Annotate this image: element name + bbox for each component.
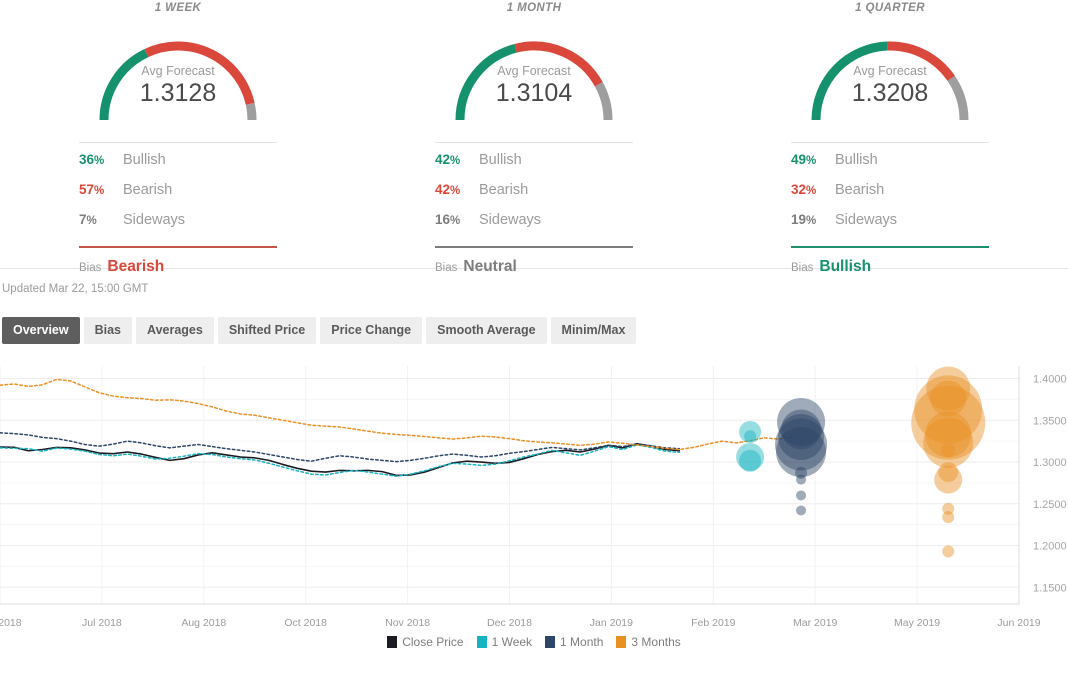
chart-tabs: Overview Bias Averages Shifted Price Pri… <box>0 295 1068 344</box>
stats-divider <box>79 142 277 143</box>
stat-row-bullish: 36% Bullish <box>79 152 277 182</box>
forecast-chart: 1.4000 1.3500 1.3000 1.2500 1.2000 1.1500 Jun … <box>0 358 1068 658</box>
bullish-label: Bullish <box>479 152 522 168</box>
panel-title: 1 QUARTER <box>712 0 1068 14</box>
bias-row: Bias Neutral <box>435 258 633 276</box>
stat-row-bearish: 57% Bearish <box>79 182 277 212</box>
legend-label: 3 Months <box>631 635 680 649</box>
svg-text:Jun 2019: Jun 2019 <box>997 617 1040 629</box>
forecast-panel-1-quarter: 1 QUARTER Avg Forecast 1.3208 49% Bullis… <box>712 0 1068 268</box>
tab-overview[interactable]: Overview <box>2 317 80 344</box>
bias-row: Bias Bullish <box>791 258 989 276</box>
svg-text:Mar 2019: Mar 2019 <box>793 617 838 629</box>
bias-underline <box>79 246 277 248</box>
bias-row: Bias Bearish <box>79 258 277 276</box>
legend-swatch <box>616 636 626 648</box>
stat-row-sideways: 7% Sideways <box>79 212 277 242</box>
bullish-percent: 36% <box>79 152 123 167</box>
legend-item-1-month: 1 Month <box>545 635 603 649</box>
bias-value: Bearish <box>107 258 164 276</box>
svg-text:1.2000: 1.2000 <box>1033 541 1067 553</box>
panel-title: 1 MONTH <box>356 0 712 14</box>
sideways-percent: 7% <box>79 212 123 227</box>
svg-text:Jul 2018: Jul 2018 <box>82 617 122 629</box>
svg-text:May 2019: May 2019 <box>894 617 940 629</box>
bias-caption: Bias <box>79 262 101 274</box>
svg-text:1.1500: 1.1500 <box>1033 582 1067 594</box>
svg-text:1.4000: 1.4000 <box>1033 374 1067 386</box>
svg-text:Aug 2018: Aug 2018 <box>181 617 226 629</box>
legend-swatch <box>545 636 555 648</box>
tab-shifted-price[interactable]: Shifted Price <box>218 317 316 344</box>
gauge-1-month: Avg Forecast 1.3104 <box>445 24 623 128</box>
stat-row-bearish: 42% Bearish <box>435 182 633 212</box>
legend-label: 1 Week <box>492 635 532 649</box>
forecast-panel-1-month: 1 MONTH Avg Forecast 1.3104 42% Bullish … <box>356 0 712 268</box>
stat-row-bullish: 49% Bullish <box>791 152 989 182</box>
sideways-label: Sideways <box>479 212 541 228</box>
tab-averages[interactable]: Averages <box>136 317 214 344</box>
bias-value: Bullish <box>819 258 871 276</box>
sideways-percent: 16% <box>435 212 479 227</box>
svg-text:Dec 2018: Dec 2018 <box>487 617 532 629</box>
svg-text:1.3000: 1.3000 <box>1033 457 1067 469</box>
panel-stats: 36% Bullish 57% Bearish 7% Sideways Bias… <box>79 142 277 276</box>
legend-swatch <box>387 636 397 648</box>
bullish-percent: 42% <box>435 152 479 167</box>
legend-label: 1 Month <box>560 635 603 649</box>
stats-divider <box>435 142 633 143</box>
tab-bias[interactable]: Bias <box>84 317 132 344</box>
bearish-percent: 57% <box>79 182 123 197</box>
stat-row-bearish: 32% Bearish <box>791 182 989 212</box>
svg-text:Jun 2018: Jun 2018 <box>0 617 22 629</box>
bearish-label: Bearish <box>835 182 884 198</box>
panel-title: 1 WEEK <box>0 0 356 14</box>
svg-text:1.3500: 1.3500 <box>1033 415 1067 427</box>
panel-stats: 49% Bullish 32% Bearish 19% Sideways Bia… <box>791 142 989 276</box>
svg-text:Oct 2018: Oct 2018 <box>284 617 327 629</box>
tab-smooth-average[interactable]: Smooth Average <box>426 317 546 344</box>
stats-divider <box>791 142 989 143</box>
forecast-panels: 1 WEEK Avg Forecast 1.3128 36% Bullish 5… <box>0 0 1068 268</box>
bearish-label: Bearish <box>479 182 528 198</box>
bullish-percent: 49% <box>791 152 835 167</box>
tab-minim-max[interactable]: Minim/Max <box>551 317 637 344</box>
bias-caption: Bias <box>791 262 813 274</box>
svg-text:Feb 2019: Feb 2019 <box>691 617 736 629</box>
bullish-label: Bullish <box>123 152 166 168</box>
bias-underline <box>791 246 989 248</box>
svg-text:Nov 2018: Nov 2018 <box>385 617 430 629</box>
bearish-percent: 42% <box>435 182 479 197</box>
bullish-label: Bullish <box>835 152 878 168</box>
legend-label: Close Price <box>402 635 463 649</box>
gauge-arc-svg <box>89 24 267 128</box>
forecast-panel-1-week: 1 WEEK Avg Forecast 1.3128 36% Bullish 5… <box>0 0 356 268</box>
legend-item-1-week: 1 Week <box>477 635 532 649</box>
gauge-1-week: Avg Forecast 1.3128 <box>89 24 267 128</box>
svg-text:Jan 2019: Jan 2019 <box>590 617 633 629</box>
bias-value: Neutral <box>463 258 516 276</box>
legend-swatch <box>477 636 487 648</box>
bias-caption: Bias <box>435 262 457 274</box>
gauge-arc-svg <box>445 24 623 128</box>
chart-legend: Close Price 1 Week 1 Month 3 Months <box>0 635 1068 649</box>
gauge-arc-svg <box>801 24 979 128</box>
stat-row-sideways: 19% Sideways <box>791 212 989 242</box>
svg-text:1.2500: 1.2500 <box>1033 499 1067 511</box>
stat-row-sideways: 16% Sideways <box>435 212 633 242</box>
bias-underline <box>435 246 633 248</box>
panel-stats: 42% Bullish 42% Bearish 16% Sideways Bia… <box>435 142 633 276</box>
chart-canvas: 1.4000 1.3500 1.3000 1.2500 1.2000 1.1500 Jun … <box>0 358 1068 633</box>
forecast-dashboard: 1 WEEK Avg Forecast 1.3128 36% Bullish 5… <box>0 0 1068 684</box>
gauge-1-quarter: Avg Forecast 1.3208 <box>801 24 979 128</box>
stat-row-bullish: 42% Bullish <box>435 152 633 182</box>
bearish-percent: 32% <box>791 182 835 197</box>
legend-item-close-price: Close Price <box>387 635 463 649</box>
sideways-percent: 19% <box>791 212 835 227</box>
sideways-label: Sideways <box>123 212 185 228</box>
sideways-label: Sideways <box>835 212 897 228</box>
legend-item-3-months: 3 Months <box>616 635 680 649</box>
bearish-label: Bearish <box>123 182 172 198</box>
tab-price-change[interactable]: Price Change <box>320 317 422 344</box>
